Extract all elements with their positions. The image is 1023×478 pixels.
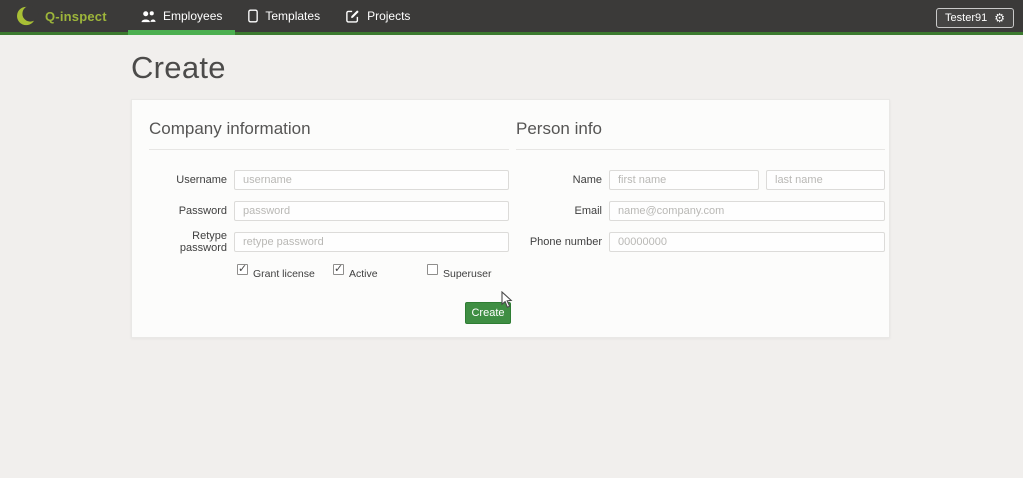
password-input[interactable] [234,201,509,221]
top-navbar: Q-inspect Employees Templates Projects T… [0,0,1023,35]
password-row: Password [149,201,509,221]
page-title: Create [131,50,226,85]
username-label: Username [176,174,227,186]
phone-input[interactable] [609,232,885,252]
grant-license-checkbox-item[interactable]: Grant license [237,262,315,280]
crescent-logo-icon [16,5,40,27]
email-label: Email [574,205,602,217]
brand-logo[interactable]: Q-inspect [0,0,128,35]
users-icon [141,10,156,23]
grant-license-label: Grant license [253,268,315,280]
superuser-checkbox[interactable] [427,264,438,275]
nav-item-employees[interactable]: Employees [128,0,236,35]
name-row: Name [516,170,885,190]
username-row: Username [149,170,509,190]
company-information-section: Company information Username Password Re… [149,100,509,280]
create-form-card: Company information Username Password Re… [131,99,890,338]
name-label: Name [572,174,602,186]
brand-name: Q-inspect [45,8,107,24]
person-section-title: Person info [516,100,885,150]
create-button[interactable]: Create [465,302,511,324]
email-input[interactable] [609,201,885,221]
username-input[interactable] [234,170,509,190]
email-row: Email [516,201,885,221]
retype-password-label: Retype password [179,230,227,254]
active-checkbox[interactable] [333,262,344,275]
nav-label: Templates [265,9,321,23]
main-nav: Employees Templates Projects [128,0,423,35]
last-name-input[interactable] [766,170,885,190]
active-label: Active [349,268,378,280]
retype-password-row: Retype password [149,230,509,254]
nav-item-projects[interactable]: Projects [333,0,423,35]
superuser-checkbox-item[interactable]: Superuser [427,264,491,280]
nav-item-templates[interactable]: Templates [235,0,333,35]
nav-label: Employees [163,9,223,23]
edit-icon [346,9,360,23]
active-checkbox-item[interactable]: Active [333,262,378,280]
phone-label: Phone number [529,236,602,248]
superuser-label: Superuser [443,268,492,280]
nav-label: Projects [367,9,411,23]
person-info-section: Person info Name Email Phone number [516,100,885,252]
password-label: Password [178,205,227,217]
first-name-input[interactable] [609,170,759,190]
tablet-icon [248,9,259,23]
username-label: Tester91 [945,11,988,24]
company-section-title: Company information [149,100,509,150]
user-menu-button[interactable]: Tester91 ⚙ [936,7,1014,28]
gear-icon: ⚙ [994,10,1005,25]
phone-row: Phone number [516,232,885,252]
retype-password-input[interactable] [234,232,509,252]
grant-license-checkbox[interactable] [237,262,248,275]
